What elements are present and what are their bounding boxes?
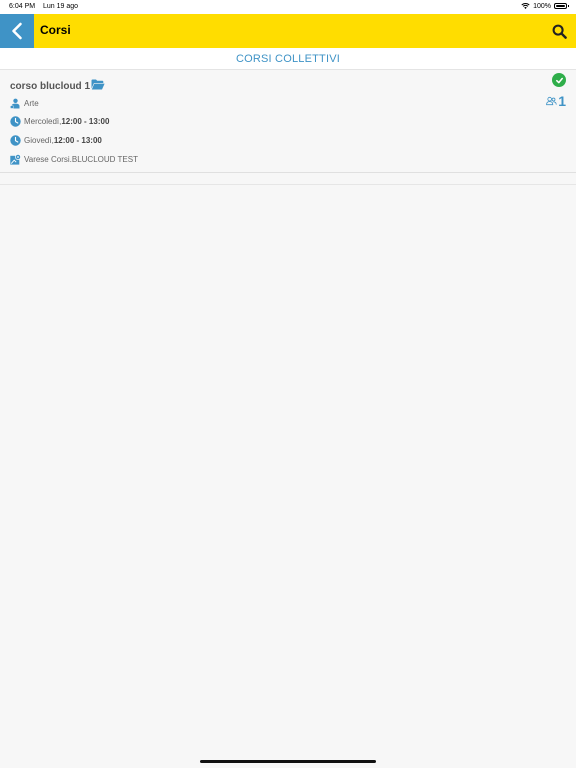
folder-open-icon[interactable] [91, 79, 105, 90]
schedule-day: Mercoledì [24, 117, 60, 126]
location-row: Varese Corsi.BLUCLOUD TEST [10, 154, 138, 165]
status-date: Lun 19 ago [43, 3, 79, 10]
clock-icon [10, 116, 21, 127]
back-button[interactable] [0, 14, 34, 48]
participants-count: 1 [558, 93, 566, 109]
list-divider [0, 184, 576, 185]
nav-bar: Corsi [0, 14, 576, 48]
section-header: CORSI COLLETTIVI [0, 48, 576, 70]
category-row: Arte [10, 98, 39, 109]
schedule-time: 12:00 - 13:00 [53, 136, 102, 145]
participants-counter: 1 [546, 93, 566, 109]
page-title: Corsi [40, 23, 71, 37]
users-icon [546, 96, 557, 106]
course-location: Varese Corsi.BLUCLOUD TEST [24, 155, 138, 164]
battery-icon [554, 3, 569, 9]
course-category: Arte [24, 99, 39, 108]
chevron-left-icon [12, 22, 22, 40]
schedule-row: Mercoledì, 12:00 - 13:00 [10, 116, 109, 127]
status-time: 6:04 PM [9, 3, 36, 10]
status-indicators: 100% [521, 2, 569, 10]
search-icon [552, 24, 567, 39]
course-title: corso blucloud 1 [10, 81, 91, 92]
map-location-icon [10, 154, 21, 165]
clock-icon [10, 135, 21, 146]
battery-percentage: 100% [533, 2, 551, 10]
wifi-icon [521, 3, 530, 9]
search-button[interactable] [550, 22, 568, 40]
course-card[interactable]: corso blucloud 1 1 Arte Mercoledì , 12:0… [0, 70, 576, 173]
status-bar: 6:04 PM Lun 19 ago 100% [0, 0, 576, 14]
schedule-row: Giovedì, 12:00 - 13:00 [10, 135, 102, 146]
schedule-time: 12:00 - 13:00 [61, 117, 110, 126]
confirmed-check-icon [552, 73, 566, 87]
home-indicator[interactable] [200, 760, 376, 763]
instructor-icon [10, 98, 21, 109]
schedule-day: Giovedì [24, 136, 52, 145]
